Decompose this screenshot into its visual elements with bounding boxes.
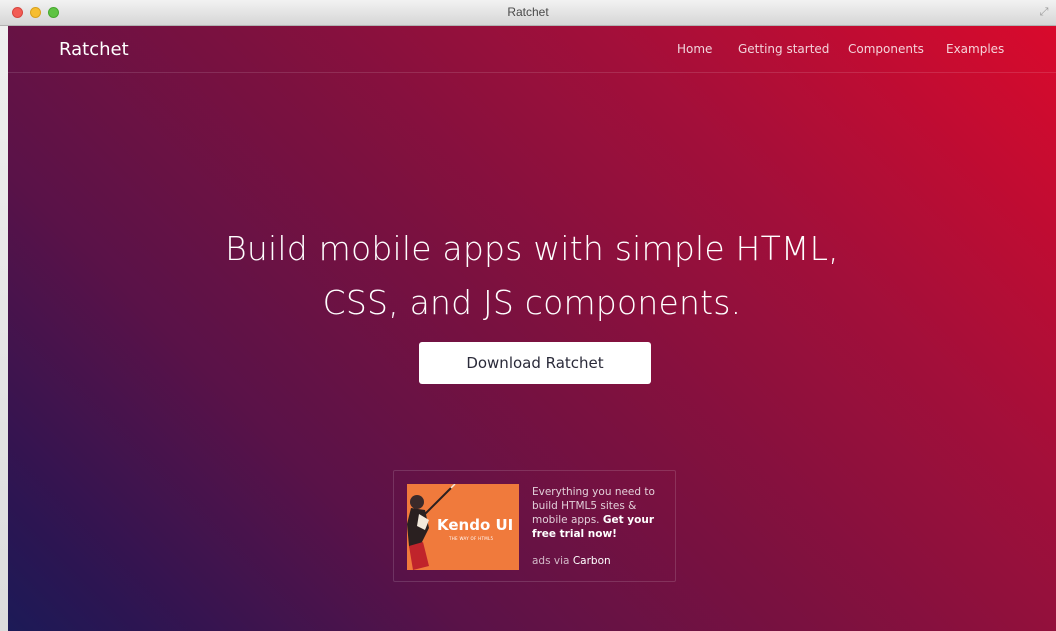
page-content: Ratchet Home Getting started Components … [8,26,1056,631]
ad-via-carbon-link[interactable]: Carbon [573,555,611,567]
browser-window: Ratchet ⤢ Ratchet Home Getting started C… [0,0,1056,631]
ad-image-tagline: THE WAY OF HTML5 [449,536,494,541]
title-bar: Ratchet ⤢ [0,0,1056,26]
fullscreen-icon[interactable]: ⤢ [1038,6,1050,18]
window-left-edge [0,26,8,631]
hero-headline-line-2: CSS, and JS components. [322,283,742,322]
download-button[interactable]: Download Ratchet [419,342,651,384]
ad-text[interactable]: Everything you need to build HTML5 sites… [532,485,662,541]
nav-link-examples[interactable]: Examples [946,42,1004,56]
hero-headline: Build mobile apps with simple HTML, CSS,… [8,222,1056,330]
hero-headline-line-1: Build mobile apps with simple HTML, [225,229,839,268]
window-title: Ratchet [507,5,549,19]
ad-via: ads via Carbon [532,555,611,567]
nav-link-components[interactable]: Components [848,42,924,56]
ad-image[interactable]: Kendo UI THE WAY OF HTML5 [407,484,519,570]
ad-image-brand: Kendo UI [437,516,514,534]
carbon-ad: Kendo UI THE WAY OF HTML5 Everything you… [393,470,676,582]
brand-link[interactable]: Ratchet [59,39,129,60]
navbar: Ratchet Home Getting started Components … [8,26,1056,73]
ad-via-prefix: ads via [532,555,570,567]
nav-link-home[interactable]: Home [677,42,712,56]
nav-link-getting-started[interactable]: Getting started [738,42,829,56]
